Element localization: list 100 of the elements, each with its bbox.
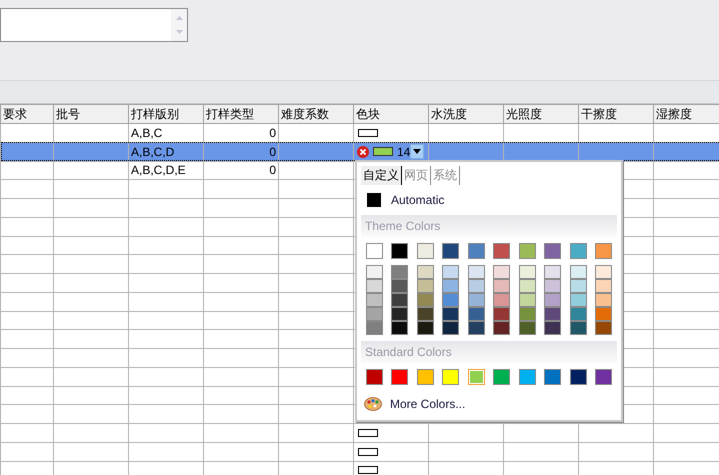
palette-icon [364, 397, 382, 411]
more-colors-option[interactable]: More Colors... [361, 389, 617, 419]
color-swatch[interactable] [594, 265, 612, 279]
color-swatch[interactable] [442, 293, 460, 307]
color-swatch[interactable] [518, 293, 536, 307]
column-header[interactable]: 色块 [354, 104, 428, 124]
color-swatch[interactable] [442, 307, 460, 321]
column-header[interactable]: 打样类型 [204, 104, 278, 124]
color-swatch[interactable] [391, 369, 408, 385]
color-swatch[interactable] [594, 307, 612, 321]
color-swatch[interactable] [544, 293, 562, 307]
color-swatch[interactable] [544, 369, 562, 385]
table-cell: A,B,C,D [131, 144, 174, 159]
color-swatch[interactable] [442, 243, 460, 259]
color-swatch[interactable] [493, 369, 510, 385]
color-swatch[interactable] [518, 369, 536, 385]
color-swatch[interactable] [366, 293, 383, 307]
color-swatch[interactable] [594, 279, 612, 293]
color-swatch[interactable] [544, 243, 562, 259]
color-swatch[interactable] [570, 369, 586, 385]
picker-tab[interactable]: 网页 [402, 166, 431, 185]
color-swatch[interactable] [518, 279, 536, 293]
table-cell: A,B,C,D,E [131, 163, 186, 178]
color-swatch[interactable] [468, 279, 485, 293]
color-swatch[interactable] [366, 307, 383, 321]
color-swatch[interactable] [468, 321, 485, 335]
column-header[interactable]: 湿擦度 [654, 104, 719, 124]
color-swatch[interactable] [391, 321, 408, 335]
color-swatch[interactable] [518, 243, 536, 259]
color-swatch[interactable] [544, 279, 562, 293]
dropdown-button[interactable] [410, 144, 424, 160]
color-swatch[interactable] [594, 369, 612, 385]
color-swatch[interactable] [442, 321, 460, 335]
color-swatch[interactable] [416, 321, 434, 335]
color-swatch[interactable] [391, 243, 408, 259]
color-swatch[interactable] [544, 307, 562, 321]
column-header[interactable]: 干擦度 [578, 104, 654, 124]
color-swatch[interactable] [468, 265, 485, 279]
color-swatch[interactable] [570, 265, 586, 279]
color-swatch[interactable] [416, 265, 434, 279]
picker-tab[interactable]: 系统 [431, 166, 460, 185]
color-swatch[interactable] [493, 243, 510, 259]
color-swatch[interactable] [416, 293, 434, 307]
color-swatch[interactable] [416, 307, 434, 321]
color-swatch[interactable] [544, 265, 562, 279]
color-swatch[interactable] [468, 243, 485, 259]
color-swatch[interactable] [366, 279, 383, 293]
color-swatch[interactable] [518, 321, 536, 335]
color-swatch[interactable] [416, 369, 434, 385]
table-cell: 0 [269, 163, 276, 178]
table-cell: 0 [269, 126, 276, 140]
color-swatch[interactable] [518, 307, 536, 321]
section-header: Theme Colors [361, 215, 617, 237]
color-swatch[interactable] [594, 293, 612, 307]
color-swatch[interactable] [366, 321, 383, 335]
empty-swatch [358, 448, 378, 456]
color-swatch[interactable] [570, 243, 586, 259]
color-swatch[interactable] [391, 307, 408, 321]
color-swatch[interactable] [518, 265, 536, 279]
color-swatch[interactable] [442, 265, 460, 279]
color-swatch[interactable] [570, 293, 586, 307]
table-cell: 0 [269, 144, 276, 159]
column-header[interactable]: 难度系数 [278, 104, 354, 124]
color-swatch[interactable] [570, 279, 586, 293]
color-swatch[interactable] [468, 369, 485, 385]
color-swatch[interactable] [416, 243, 434, 259]
color-swatch[interactable] [493, 321, 510, 335]
color-swatch[interactable] [493, 265, 510, 279]
column-header[interactable]: 水洗度 [428, 104, 504, 124]
color-swatch[interactable] [442, 369, 460, 385]
color-swatch[interactable] [391, 279, 408, 293]
color-value: 14 [397, 146, 410, 158]
color-swatch[interactable] [391, 265, 408, 279]
color-swatch[interactable] [366, 243, 383, 259]
color-swatch[interactable] [594, 321, 612, 335]
color-swatch[interactable] [493, 307, 510, 321]
color-swatch[interactable] [493, 293, 510, 307]
column-header[interactable]: 光照度 [504, 104, 578, 124]
color-swatch[interactable] [570, 307, 586, 321]
color-swatch[interactable] [366, 265, 383, 279]
selected-row[interactable]: A,B,C,D 0 14 [0, 142, 719, 161]
color-swatch[interactable] [493, 279, 510, 293]
color-swatch[interactable] [442, 279, 460, 293]
text-area[interactable] [0, 8, 188, 42]
color-swatch[interactable] [391, 293, 408, 307]
color-swatch[interactable] [366, 369, 383, 385]
color-swatch[interactable] [570, 321, 586, 335]
color-swatch[interactable] [594, 243, 612, 259]
section-header: Standard Colors [361, 341, 617, 363]
caret-icon [413, 149, 422, 154]
table-cell: A,B,C [131, 126, 162, 140]
color-swatch[interactable] [416, 279, 434, 293]
color-swatch[interactable] [468, 307, 485, 321]
column-header[interactable]: 要求 [0, 104, 54, 124]
color-swatch[interactable] [468, 293, 485, 307]
column-header[interactable]: 批号 [54, 104, 128, 124]
picker-tab[interactable]: 自定义 [361, 166, 402, 185]
column-header[interactable]: 打样版别 [128, 104, 204, 124]
automatic-option[interactable]: Automatic [361, 185, 617, 215]
color-swatch[interactable] [544, 321, 562, 335]
